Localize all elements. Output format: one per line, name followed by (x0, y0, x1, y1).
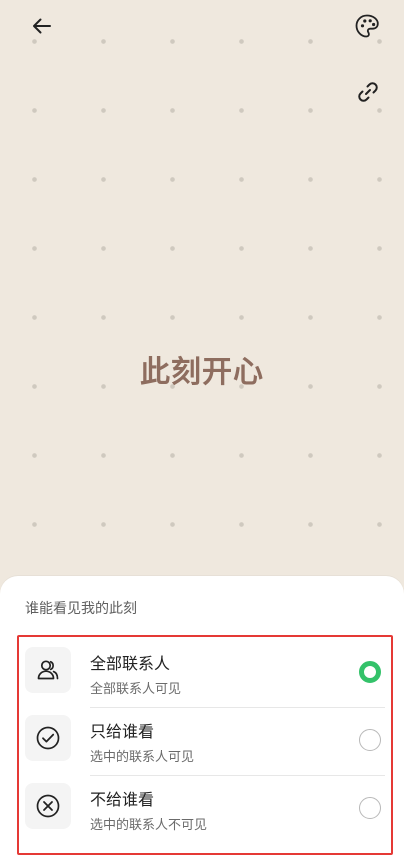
option-only-share-with[interactable]: 只给谁看 选中的联系人可见 (19, 705, 391, 773)
option-title: 不给谁看 (90, 790, 155, 809)
option-subtitle: 全部联系人可见 (90, 682, 182, 697)
radio-selected[interactable] (359, 661, 381, 683)
palette-icon (353, 12, 381, 44)
link-button[interactable] (350, 76, 386, 112)
top-bar (0, 0, 404, 102)
radio-unselected[interactable] (359, 797, 381, 819)
palette-button[interactable] (349, 10, 385, 46)
visibility-options: 全部联系人 全部联系人可见 只给谁看 选中的联系人可见 不给谁看 选中的联系人不… (17, 635, 393, 855)
sheet-title: 谁能看见我的此刻 (25, 601, 137, 617)
mood-text: 此刻开心 (140, 355, 264, 390)
option-dont-share-with[interactable]: 不给谁看 选中的联系人不可见 (19, 773, 391, 841)
contacts-icon (25, 647, 71, 693)
back-arrow-icon (30, 14, 54, 42)
radio-unselected[interactable] (359, 729, 381, 751)
check-circle-icon (25, 715, 71, 761)
link-icon (355, 79, 381, 109)
visibility-sheet: 谁能看见我的此刻 全部联系人 全部联系人可见 只给谁看 选中的联系人可见 不给谁… (0, 576, 404, 862)
option-all-contacts[interactable]: 全部联系人 全部联系人可见 (19, 637, 391, 705)
option-subtitle: 选中的联系人不可见 (90, 818, 208, 833)
option-title: 全部联系人 (90, 654, 171, 673)
back-button[interactable] (24, 10, 60, 46)
option-title: 只给谁看 (90, 722, 155, 741)
option-subtitle: 选中的联系人可见 (90, 750, 195, 765)
x-circle-icon (25, 783, 71, 829)
